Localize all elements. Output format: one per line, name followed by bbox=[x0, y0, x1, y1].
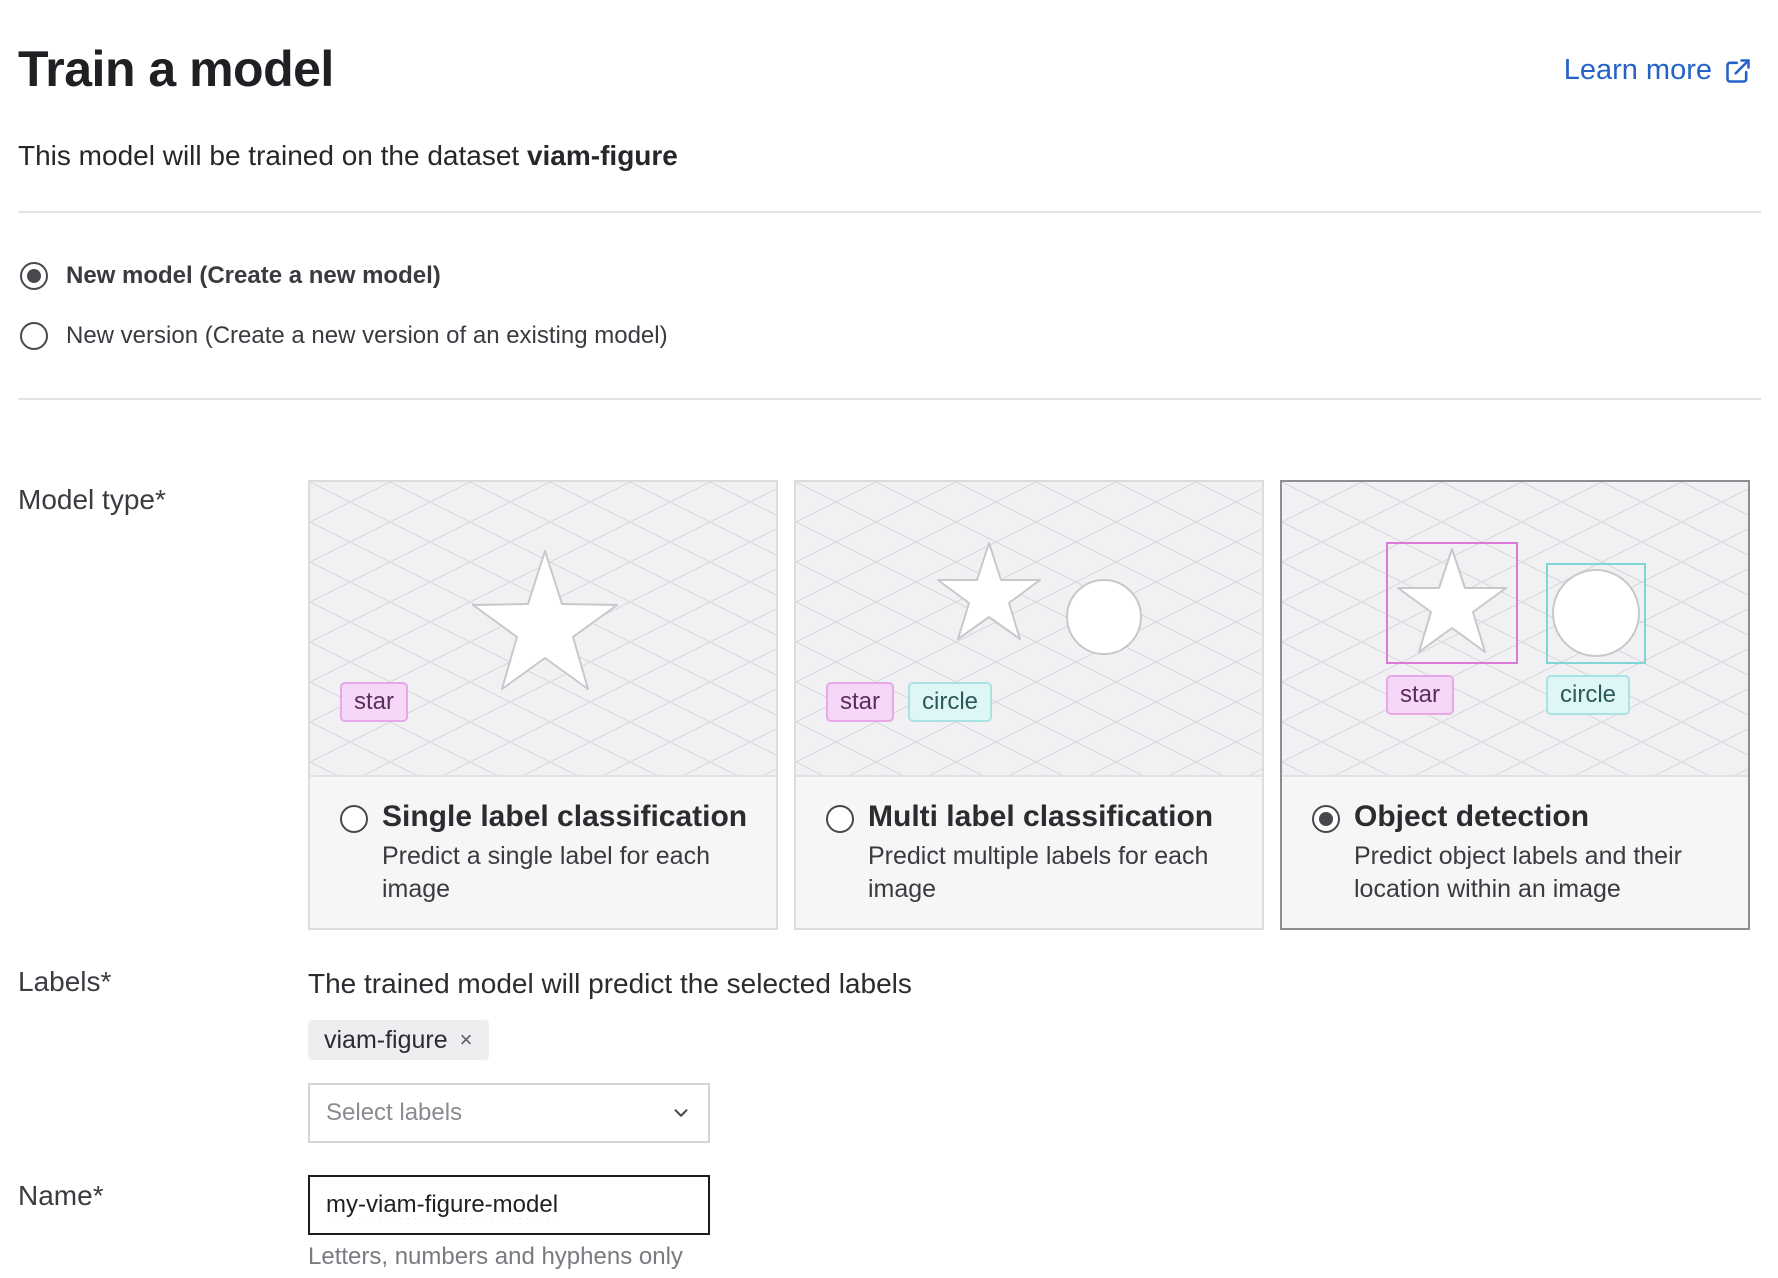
star-tag: star bbox=[826, 682, 895, 722]
card-preview: star circle bbox=[1282, 482, 1748, 777]
model-type-card-single-label[interactable]: star Single label classification Predict… bbox=[308, 480, 778, 930]
radio-unchecked-icon bbox=[20, 322, 48, 350]
model-type-card-multi-label[interactable]: star circle Multi label classification P… bbox=[794, 480, 1264, 930]
name-label: Name* bbox=[18, 1180, 104, 1211]
label-chip: viam-figure × bbox=[308, 1020, 489, 1060]
name-input[interactable] bbox=[308, 1175, 710, 1235]
select-labels-dropdown[interactable]: Select labels bbox=[308, 1083, 710, 1143]
radio-checked-icon bbox=[1312, 805, 1340, 833]
card-title: Object detection bbox=[1354, 800, 1590, 833]
star-shape bbox=[937, 542, 1041, 640]
card-description: Predict a single label for each image bbox=[382, 842, 710, 903]
radio-unchecked-icon bbox=[826, 805, 854, 833]
circle-tag: circle bbox=[1546, 675, 1631, 715]
circle-shape bbox=[1066, 579, 1142, 655]
model-type-card-object-detection[interactable]: star circle Object detection Predict obj… bbox=[1280, 480, 1750, 930]
name-hint: Letters, numbers and hyphens only bbox=[308, 1243, 683, 1270]
card-title: Single label classification bbox=[382, 800, 748, 833]
page-title: Train a model bbox=[18, 41, 334, 97]
model-type-label: Model type* bbox=[18, 484, 166, 515]
chip-label: viam-figure bbox=[324, 1025, 448, 1054]
star-tag: star bbox=[340, 682, 409, 722]
circle-tag: circle bbox=[908, 682, 993, 722]
learn-more-label: Learn more bbox=[1563, 54, 1712, 86]
divider bbox=[18, 211, 1761, 213]
divider bbox=[18, 398, 1761, 400]
star-tag: star bbox=[1386, 675, 1455, 715]
select-labels-placeholder: Select labels bbox=[326, 1099, 463, 1126]
learn-more-link[interactable]: Learn more bbox=[1564, 54, 1752, 87]
card-preview: star circle bbox=[796, 482, 1262, 777]
radio-unchecked-icon bbox=[340, 805, 368, 833]
labels-help-text: The trained model will predict the selec… bbox=[308, 968, 912, 999]
dataset-name: viam-figure bbox=[526, 140, 678, 171]
labels-label: Labels* bbox=[18, 966, 112, 997]
new-version-label: New version (Create a new version of an … bbox=[66, 322, 668, 349]
star-shape bbox=[1397, 548, 1507, 653]
new-model-radio[interactable]: New model (Create a new model) bbox=[20, 262, 441, 290]
page-subtitle: This model will be trained on the datase… bbox=[18, 140, 678, 172]
card-description: Predict multiple labels for each image bbox=[868, 842, 1209, 903]
card-preview: star bbox=[310, 482, 776, 777]
card-description: Predict object labels and their location… bbox=[1354, 842, 1682, 903]
card-title: Multi label classification bbox=[868, 800, 1214, 833]
external-link-icon bbox=[1726, 58, 1750, 83]
radio-checked-icon bbox=[20, 262, 48, 290]
subtitle-prefix: This model will be trained on the datase… bbox=[18, 140, 527, 171]
star-shape bbox=[472, 550, 618, 690]
new-model-label: New model (Create a new model) bbox=[66, 262, 441, 289]
chevron-down-icon bbox=[674, 1109, 688, 1117]
circle-shape bbox=[1552, 569, 1640, 657]
close-icon[interactable]: × bbox=[460, 1027, 473, 1053]
new-version-radio[interactable]: New version (Create a new version of an … bbox=[20, 322, 668, 350]
